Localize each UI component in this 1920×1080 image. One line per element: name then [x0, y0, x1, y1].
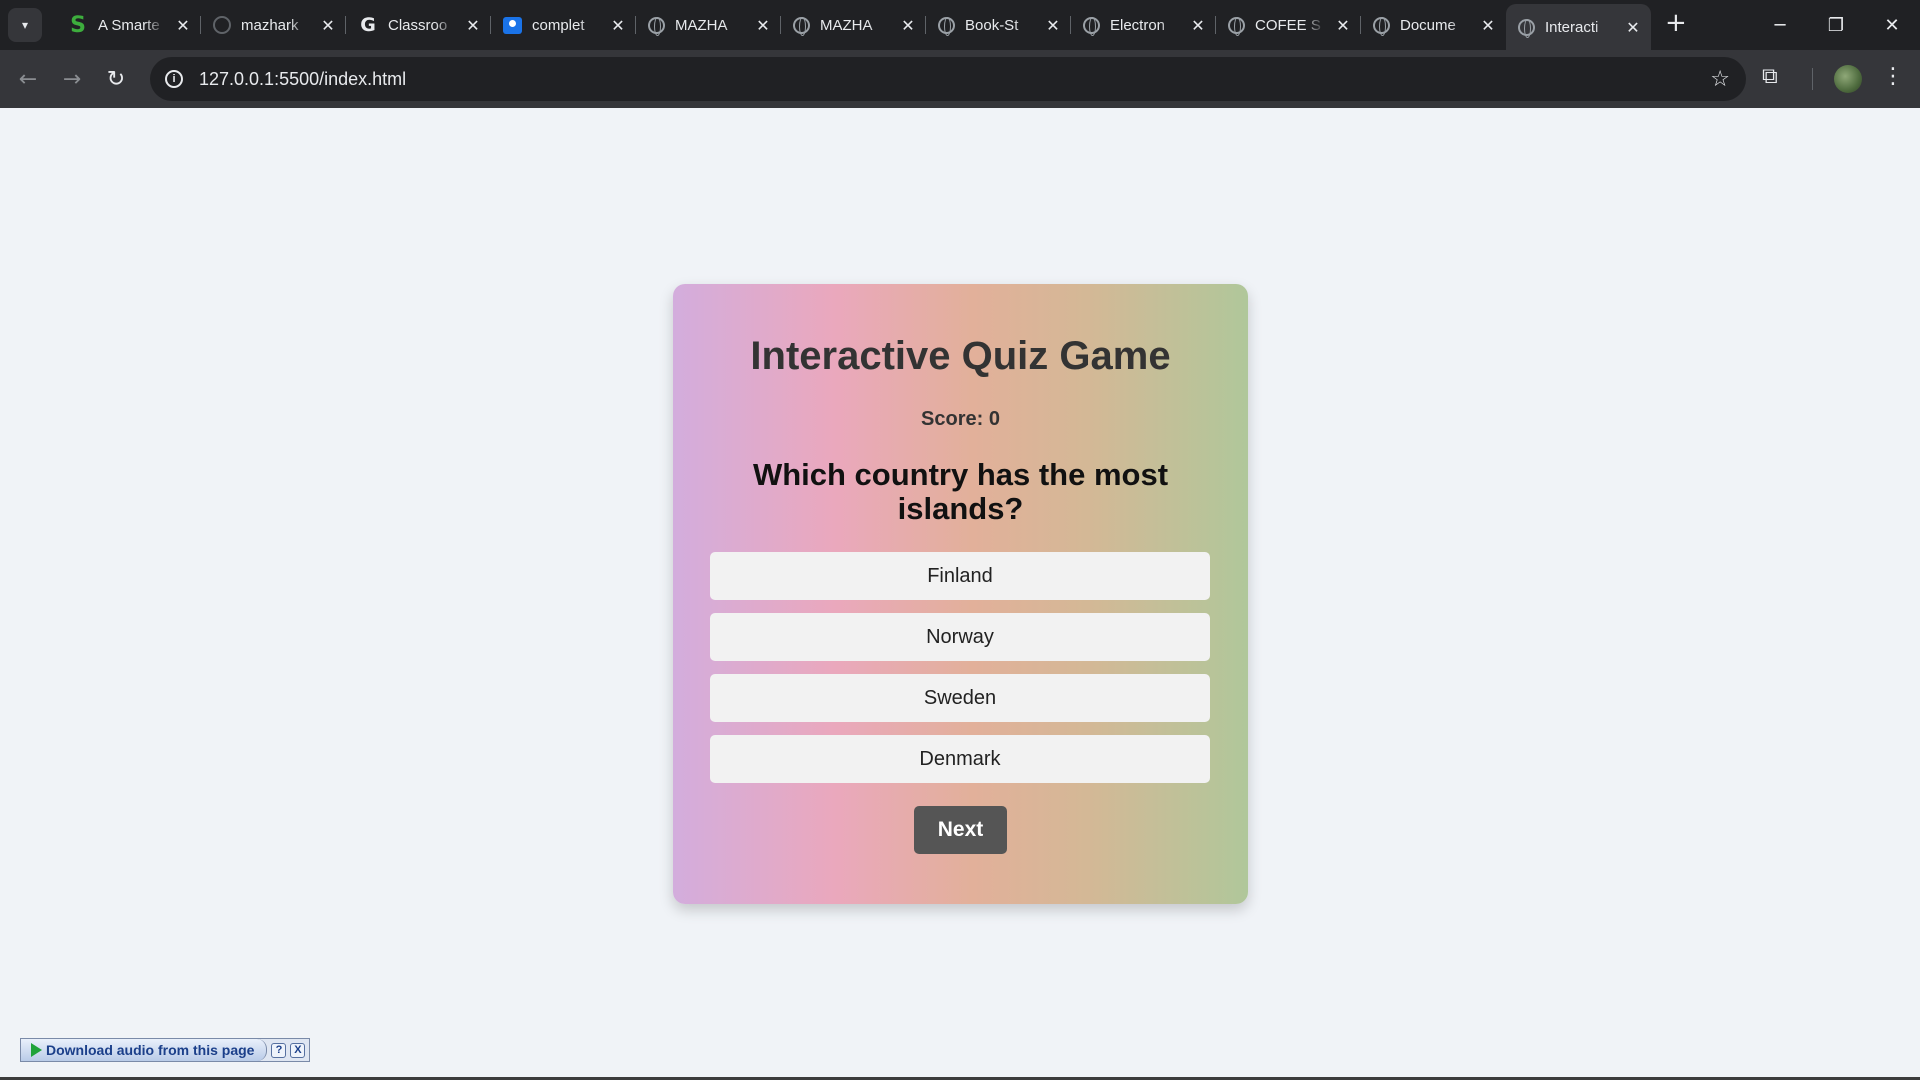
globe-favicon-icon — [1228, 16, 1245, 36]
google-favicon-icon: G — [360, 14, 376, 36]
tab-item[interactable]: G Classroo ✕ — [346, 4, 491, 46]
url-text[interactable]: 127.0.0.1:5500/index.html — [199, 69, 406, 90]
window-controls: ─ ❐ ✕ — [1752, 0, 1920, 50]
score-display: Score: 0 — [921, 408, 1000, 430]
tab-strip: ▾ S A Smarte ✕ mazhark ✕ G Classroo ✕ co… — [0, 0, 1920, 50]
tab-title: MAZHA — [820, 16, 873, 34]
close-icon[interactable]: X — [290, 1042, 306, 1058]
answer-button-sweden[interactable]: Sweden — [710, 674, 1210, 722]
extensions-puzzle-icon[interactable]: ⧉ — [1762, 64, 1790, 92]
tab-item[interactable]: S A Smarte ✕ — [56, 4, 201, 46]
tab-title: Interacti — [1545, 18, 1599, 36]
profile-avatar[interactable] — [1834, 65, 1862, 93]
tab-title: Book-St — [965, 16, 1019, 34]
globe-favicon-icon — [1373, 16, 1390, 36]
reload-icon[interactable]: ↻ — [94, 57, 138, 101]
close-icon[interactable]: ✕ — [465, 16, 481, 35]
back-icon[interactable]: ← — [6, 57, 50, 101]
close-icon[interactable]: ✕ — [1625, 18, 1641, 37]
globe-favicon-icon — [648, 16, 665, 36]
tab-item[interactable]: COFEE S ✕ — [1216, 4, 1361, 46]
address-bar[interactable]: i 127.0.0.1:5500/index.html ☆ — [150, 57, 1746, 101]
toolbar-divider — [1812, 68, 1813, 90]
globe-favicon-icon — [793, 16, 810, 36]
github-favicon-icon — [213, 16, 231, 34]
restore-icon[interactable]: ❐ — [1808, 0, 1864, 50]
close-icon[interactable]: ✕ — [900, 16, 916, 35]
forward-icon[interactable]: → — [50, 57, 94, 101]
close-icon[interactable]: ✕ — [1480, 16, 1496, 35]
tab-title: complet — [532, 16, 585, 34]
page-content: Interactive Quiz Game Score: 0 Which cou… — [0, 108, 1920, 1080]
tab-title: Classroo — [388, 16, 448, 34]
tab-list: S A Smarte ✕ mazhark ✕ G Classroo ✕ comp… — [56, 0, 1651, 50]
tab-title: COFEE S — [1255, 16, 1321, 34]
quiz-title: Interactive Quiz Game — [750, 334, 1171, 378]
tab-title: MAZHA — [675, 16, 728, 34]
globe-favicon-icon — [1083, 16, 1100, 36]
tab-item[interactable]: MAZHA ✕ — [636, 4, 781, 46]
tab-title: mazhark — [241, 16, 299, 34]
close-window-icon[interactable]: ✕ — [1864, 0, 1920, 50]
close-icon[interactable]: ✕ — [755, 16, 771, 35]
s-favicon-icon: S — [70, 12, 86, 38]
site-info-icon[interactable]: i — [165, 70, 183, 88]
answer-button-finland[interactable]: Finland — [710, 552, 1210, 600]
close-icon[interactable]: ✕ — [320, 16, 336, 35]
answer-button-denmark[interactable]: Denmark — [710, 735, 1210, 783]
minimize-icon[interactable]: ─ — [1752, 0, 1808, 50]
globe-favicon-icon — [938, 16, 955, 36]
answer-list: Finland Norway Sweden Denmark — [710, 552, 1210, 796]
download-audio-button[interactable]: Download audio from this page — [21, 1039, 268, 1061]
play-icon — [31, 1043, 42, 1057]
tab-item[interactable]: Book-St ✕ — [926, 4, 1071, 46]
close-icon[interactable]: ✕ — [610, 16, 626, 35]
tab-title: A Smarte — [98, 16, 160, 34]
close-icon[interactable]: ✕ — [1335, 16, 1351, 35]
chevron-down-icon: ▾ — [21, 18, 29, 32]
close-icon[interactable]: ✕ — [1045, 16, 1061, 35]
kebab-menu-icon[interactable]: ⋮ — [1882, 64, 1904, 89]
browser-toolbar: ← → ↻ i 127.0.0.1:5500/index.html ☆ ⧉ ⋮ — [0, 50, 1920, 108]
audio-download-widget: Download audio from this page ? X — [20, 1038, 311, 1062]
tab-item[interactable]: mazhark ✕ — [201, 4, 346, 46]
question-text: Which country has the most islands? — [752, 457, 1169, 526]
tab-item-active[interactable]: Interacti ✕ — [1506, 4, 1651, 50]
tab-title: Electron — [1110, 16, 1166, 34]
next-button[interactable]: Next — [914, 806, 1007, 854]
tab-item[interactable]: complet ✕ — [491, 4, 636, 46]
bookmark-star-icon[interactable]: ☆ — [1710, 67, 1730, 92]
close-icon[interactable]: ✕ — [1190, 16, 1206, 35]
help-icon[interactable]: ? — [271, 1042, 287, 1058]
answer-button-norway[interactable]: Norway — [710, 613, 1210, 661]
tab-title: Docume — [1400, 16, 1456, 34]
tab-item[interactable]: Docume ✕ — [1361, 4, 1506, 46]
quiz-card: Interactive Quiz Game Score: 0 Which cou… — [673, 284, 1248, 904]
new-tab-button[interactable]: + — [1665, 8, 1687, 38]
classroom-favicon-icon — [503, 16, 522, 34]
tab-item[interactable]: MAZHA ✕ — [781, 4, 926, 46]
globe-favicon-icon — [1518, 18, 1535, 38]
download-audio-label: Download audio from this page — [46, 1042, 255, 1058]
tab-search-button[interactable]: ▾ — [8, 8, 42, 42]
tab-item[interactable]: Electron ✕ — [1071, 4, 1216, 46]
close-icon[interactable]: ✕ — [175, 16, 191, 35]
